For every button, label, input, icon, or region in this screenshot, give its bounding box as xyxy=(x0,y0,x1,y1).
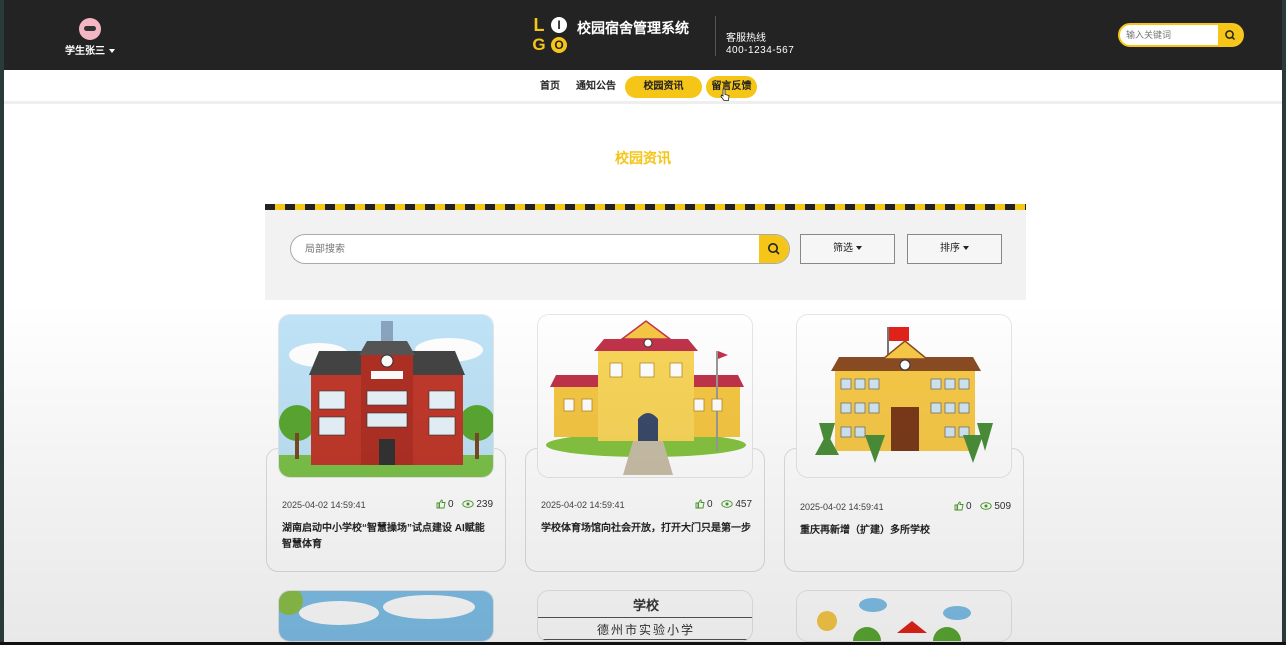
nav-feedback[interactable]: 留言反馈 xyxy=(706,76,757,98)
sign-text: 德州市实验小学 xyxy=(596,623,695,637)
user-menu[interactable]: 学生张三 xyxy=(62,18,118,57)
sky-illustration xyxy=(279,591,493,641)
right-edge xyxy=(1282,0,1286,645)
filter-dropdown[interactable]: 筛选 xyxy=(800,234,895,264)
local-search-box xyxy=(290,234,790,264)
news-card-image[interactable] xyxy=(796,590,1012,642)
sign-text: 学校 xyxy=(632,598,659,613)
news-title[interactable]: 学校体育场馆向社会开放，打开大门只是第一步 xyxy=(541,521,751,537)
thumbs-up-icon xyxy=(954,501,964,511)
avatar xyxy=(79,18,101,40)
sign-line xyxy=(538,617,752,618)
news-card-image[interactable] xyxy=(537,314,753,478)
view-count: 509 xyxy=(994,501,1012,512)
page-title: 校园资讯 xyxy=(615,150,671,166)
news-stats: 0 239 xyxy=(430,499,493,510)
local-search-input[interactable] xyxy=(291,235,757,263)
nav-notices[interactable]: 通知公告 xyxy=(571,76,621,98)
like-count: 0 xyxy=(966,501,972,512)
news-stats: 0 509 xyxy=(948,501,1011,512)
top-search-box xyxy=(1118,23,1244,47)
news-date: 2025-04-02 14:59:41 xyxy=(541,500,625,510)
top-search-input[interactable] xyxy=(1120,25,1218,45)
user-name: 学生张三 xyxy=(65,46,105,57)
main-nav: 首页 通知公告 校园资讯 留言反馈 xyxy=(4,70,1282,104)
news-card-image[interactable] xyxy=(278,590,494,642)
caret-down-icon xyxy=(856,246,862,251)
header-divider xyxy=(715,16,716,56)
view-count: 239 xyxy=(476,499,494,510)
search-icon xyxy=(768,243,780,255)
news-card-image[interactable]: 学校 德州市实验小学 xyxy=(537,590,753,642)
news-card-image[interactable] xyxy=(796,314,1012,478)
local-search-button[interactable] xyxy=(759,235,789,263)
like-count: 0 xyxy=(707,499,713,510)
cartoon-illustration xyxy=(797,591,1011,641)
filter-panel: 筛选 排序 xyxy=(265,210,1026,300)
news-date: 2025-04-02 14:59:41 xyxy=(800,502,884,512)
eye-icon xyxy=(980,502,992,511)
sign-line xyxy=(538,639,752,640)
news-date: 2025-04-02 14:59:41 xyxy=(282,500,366,510)
news-card-image[interactable] xyxy=(278,314,494,478)
news-title[interactable]: 湖南启动中小学校“智慧操场”试点建设 AI赋能智慧体育 xyxy=(282,521,492,553)
left-edge xyxy=(0,0,4,645)
nav-home[interactable]: 首页 xyxy=(533,76,567,98)
view-count: 457 xyxy=(735,499,753,510)
caret-down-icon xyxy=(963,246,969,251)
search-icon xyxy=(1225,30,1236,41)
like-count: 0 xyxy=(448,499,454,510)
header: 学生张三 L I G O 校园宿舍管理系统 客服热线 400-1234-567 xyxy=(4,0,1282,70)
news-title[interactable]: 重庆再新增（扩建）多所学校 xyxy=(800,523,1010,539)
logo-letter: I xyxy=(551,17,567,33)
hotline-number: 400-1234-567 xyxy=(726,45,795,56)
school-illustration xyxy=(279,315,493,477)
logo-letter: O xyxy=(551,37,567,53)
top-search-button[interactable] xyxy=(1218,25,1242,45)
eye-icon xyxy=(721,500,733,509)
site-title: 校园宿舍管理系统 xyxy=(577,20,689,36)
caret-down-icon xyxy=(109,49,115,54)
thumbs-up-icon xyxy=(695,499,705,509)
school-illustration xyxy=(538,315,752,477)
sort-label: 排序 xyxy=(940,243,960,254)
hotline-label: 客服热线 xyxy=(726,33,766,44)
school-illustration xyxy=(797,315,1011,477)
filter-label: 筛选 xyxy=(833,243,853,254)
nav-campus-news[interactable]: 校园资讯 xyxy=(625,76,702,98)
thumbs-up-icon xyxy=(436,499,446,509)
eye-icon xyxy=(462,500,474,509)
hand-cursor-icon xyxy=(720,88,730,101)
sort-dropdown[interactable]: 排序 xyxy=(907,234,1002,264)
logo[interactable]: L I G O xyxy=(531,15,569,55)
logo-letter: G xyxy=(532,35,546,54)
news-stats: 0 457 xyxy=(689,499,752,510)
logo-letter: L xyxy=(533,15,545,35)
